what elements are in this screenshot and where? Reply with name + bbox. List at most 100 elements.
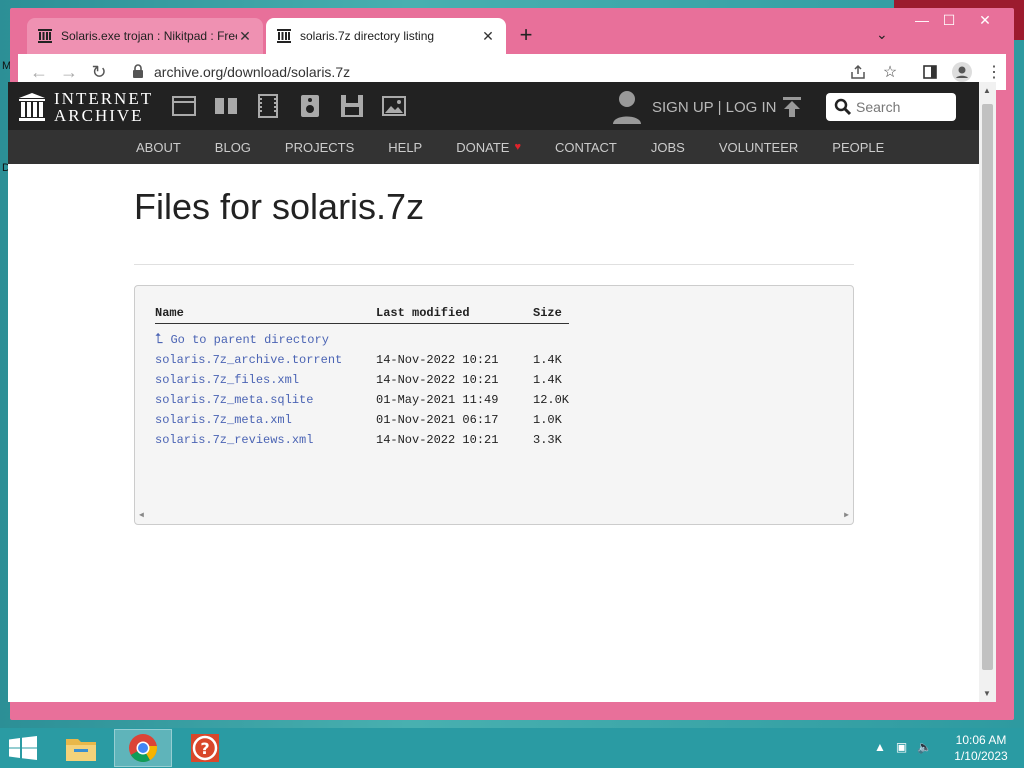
logo-line-archive: ARCHIVE	[54, 106, 144, 125]
archive-favicon-icon	[276, 28, 292, 44]
file-size: 3.3K	[533, 432, 562, 447]
column-header-size[interactable]: Size	[533, 306, 570, 324]
nav-about[interactable]: ABOUT	[136, 140, 181, 155]
signup-login-link[interactable]: SIGN UP | LOG IN	[652, 99, 776, 116]
nav-volunteer[interactable]: VOLUNTEER	[719, 140, 798, 155]
tab-close-icon[interactable]: ✕	[480, 28, 496, 45]
file-table: Name Last modified Size ⮤ Go to parent d…	[155, 306, 570, 450]
upload-icon[interactable]	[782, 96, 802, 118]
nav-donate-label: DONATE	[456, 139, 510, 155]
file-modified: 14-Nov-2022 10:21	[376, 352, 499, 367]
page-title: Files for solaris.7z	[134, 186, 425, 227]
search-input[interactable]	[856, 99, 956, 115]
taskbar: ? ▲ ▣ 🔈 10:06 AM 1/10/2023	[0, 728, 1024, 768]
scroll-right-arrow-icon[interactable]: ▶	[844, 510, 849, 520]
main-content: Files for solaris.7z Name Last modified …	[134, 164, 854, 525]
file-size: 1.4K	[533, 372, 562, 387]
nav-jobs[interactable]: JOBS	[651, 140, 685, 155]
share-icon[interactable]	[846, 60, 870, 84]
page-scrollbar[interactable]: ▲ ▼	[979, 82, 996, 702]
file-link[interactable]: solaris.7z_meta.xml	[155, 413, 292, 427]
scroll-left-arrow-icon[interactable]: ◀	[139, 510, 144, 520]
archive-building-icon	[19, 93, 45, 121]
ia-logo[interactable]: INTERNET ARCHIVE	[18, 90, 153, 124]
search-box	[826, 93, 956, 121]
parent-arrow-icon: ⮤	[155, 331, 164, 348]
nav-blog[interactable]: BLOG	[215, 140, 251, 155]
help-app-icon[interactable]: ?	[176, 729, 234, 767]
audio-icon[interactable]	[298, 94, 322, 118]
table-row: solaris.7z_files.xml 14-Nov-2022 10:21 1…	[155, 370, 569, 390]
nav-contact[interactable]: CONTACT	[555, 140, 617, 155]
tab-search-chevron-icon[interactable]: ⌄	[876, 26, 888, 43]
column-header-modified[interactable]: Last modified	[376, 306, 533, 324]
page-viewport: INTERNET ARCHIVE SIGN UP | LOG IN ABOUT …	[8, 82, 979, 702]
table-row: solaris.7z_meta.xml 01-Nov-2021 06:17 1.…	[155, 410, 569, 430]
clock-date: 1/10/2023	[954, 749, 1008, 763]
svg-text:?: ?	[200, 739, 209, 758]
file-link[interactable]: solaris.7z_meta.sqlite	[155, 393, 313, 407]
nav-people[interactable]: PEOPLE	[832, 140, 884, 155]
nav-help[interactable]: HELP	[388, 140, 422, 155]
bookmark-star-icon[interactable]: ☆	[878, 60, 902, 84]
tab-inactive[interactable]: Solaris.exe trojan : Nikitpad : Free ✕	[27, 18, 263, 54]
file-modified: 01-May-2021 11:49	[376, 392, 499, 407]
table-row: solaris.7z_meta.sqlite 01-May-2021 11:49…	[155, 390, 569, 410]
minimize-button[interactable]: —	[907, 12, 937, 28]
heart-icon: ♥	[514, 141, 521, 153]
software-icon[interactable]	[340, 94, 364, 118]
maximize-button[interactable]: ☐	[934, 12, 964, 29]
column-header-name[interactable]: Name	[155, 306, 376, 324]
browser-menu-icon[interactable]: ⋮	[982, 60, 1006, 84]
side-panel-icon[interactable]	[918, 60, 942, 84]
scroll-down-arrow-icon[interactable]: ▼	[983, 689, 991, 698]
new-tab-button[interactable]: +	[516, 24, 536, 46]
directory-listing: Name Last modified Size ⮤ Go to parent d…	[134, 285, 854, 525]
tab-close-icon[interactable]: ✕	[237, 28, 253, 45]
archive-favicon-icon	[37, 28, 53, 44]
volume-icon[interactable]: 🔈	[917, 740, 932, 754]
scrollbar-thumb[interactable]	[982, 104, 993, 670]
logo-line-internet: INTERNET	[54, 89, 154, 108]
chrome-icon[interactable]	[114, 729, 172, 767]
search-icon	[834, 98, 852, 116]
file-size: 12.0K	[533, 392, 570, 407]
tab-title: Solaris.exe trojan : Nikitpad : Free	[61, 29, 237, 43]
close-window-button[interactable]: ✕	[970, 12, 1000, 29]
media-type-icons	[172, 94, 406, 118]
web-icon[interactable]	[172, 94, 196, 118]
texts-icon[interactable]	[214, 94, 238, 118]
user-avatar-icon[interactable]	[612, 90, 642, 124]
file-link[interactable]: solaris.7z_files.xml	[155, 373, 299, 387]
images-icon[interactable]	[382, 94, 406, 118]
system-tray: ▲ ▣ 🔈	[874, 740, 932, 754]
file-modified: 14-Nov-2022 10:21	[376, 432, 499, 447]
tab-active[interactable]: solaris.7z directory listing ✕	[266, 18, 506, 54]
file-size: 1.0K	[533, 412, 562, 427]
scroll-up-arrow-icon[interactable]: ▲	[983, 86, 991, 95]
nav-donate[interactable]: DONATE ♥	[456, 140, 521, 155]
parent-directory-row: ⮤ Go to parent directory	[155, 324, 569, 350]
ia-top-bar: INTERNET ARCHIVE SIGN UP | LOG IN	[8, 82, 979, 130]
table-row: solaris.7z_reviews.xml 14-Nov-2022 10:21…	[155, 430, 569, 450]
lock-icon	[132, 63, 146, 81]
tab-strip: Solaris.exe trojan : Nikitpad : Free ✕ s…	[10, 8, 1014, 54]
taskbar-clock[interactable]: 10:06 AM 1/10/2023	[944, 732, 1018, 764]
profile-avatar-icon[interactable]	[950, 60, 974, 84]
nav-projects[interactable]: PROJECTS	[285, 140, 354, 155]
table-row: solaris.7z_archive.torrent 14-Nov-2022 1…	[155, 350, 569, 370]
parent-directory-link[interactable]: ⮤ Go to parent directory	[155, 331, 329, 348]
file-modified: 14-Nov-2022 10:21	[376, 372, 499, 387]
file-link[interactable]: solaris.7z_archive.torrent	[155, 353, 342, 367]
start-button[interactable]	[8, 736, 38, 760]
file-link[interactable]: solaris.7z_reviews.xml	[155, 433, 313, 447]
tab-title: solaris.7z directory listing	[300, 29, 435, 43]
clock-time: 10:06 AM	[955, 733, 1007, 747]
divider	[134, 264, 854, 265]
user-area: SIGN UP | LOG IN	[612, 90, 776, 124]
file-explorer-icon[interactable]	[52, 729, 110, 767]
network-icon[interactable]: ▣	[896, 740, 907, 754]
show-hidden-icons-icon[interactable]: ▲	[874, 740, 886, 754]
video-icon[interactable]	[256, 94, 280, 118]
file-modified: 01-Nov-2021 06:17	[376, 412, 499, 427]
